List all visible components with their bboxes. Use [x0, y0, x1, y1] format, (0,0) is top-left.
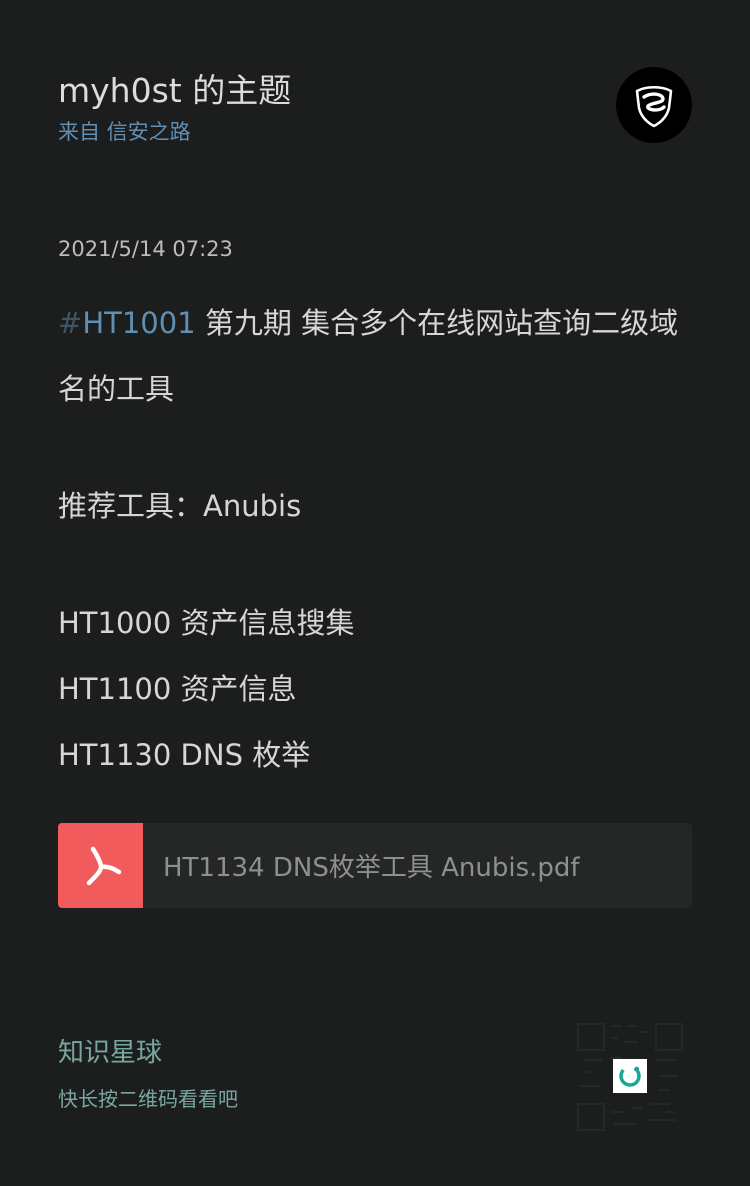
- pdf-attachment[interactable]: HT1134 DNS枚举工具 Anubis.pdf: [58, 823, 692, 908]
- tag-line: HT1000 资产信息搜集: [58, 606, 355, 640]
- hashtag-symbol[interactable]: #: [58, 306, 82, 340]
- attachment-filename: HT1134 DNS枚举工具 Anubis.pdf: [163, 853, 580, 883]
- footer-brand: 知识星球: [58, 1038, 163, 1068]
- topic-source-link[interactable]: 来自 信安之路: [58, 116, 598, 148]
- tag-line: HT1100 资产信息: [58, 672, 297, 706]
- topic-title: myh0st 的主题: [58, 71, 292, 110]
- pdf-icon-box: [58, 823, 143, 908]
- recommend-line: 推荐工具：Anubis: [58, 489, 302, 523]
- tag-line: HT1130 DNS 枚举: [58, 738, 311, 772]
- footer-hint: 快长按二维码看看吧: [58, 1087, 238, 1111]
- post-content: #HT1001 第九期 集合多个在线网站查询二级域名的工具 推荐工具：Anubi…: [58, 290, 692, 788]
- qr-code[interactable]: [576, 1020, 684, 1132]
- post-headline: #HT1001 第九期 集合多个在线网站查询二级域名的工具: [58, 290, 692, 422]
- footer: 知识星球 快长按二维码看看吧: [58, 1032, 238, 1114]
- hashtag-link[interactable]: HT1001: [82, 306, 195, 340]
- avatar[interactable]: [616, 67, 692, 143]
- shield-logo-icon: [635, 85, 673, 128]
- post-timestamp: 2021/5/14 07:23: [58, 237, 233, 261]
- pdf-icon: [86, 846, 121, 885]
- post-header: myh0st 的主题 来自 信安之路: [58, 66, 598, 148]
